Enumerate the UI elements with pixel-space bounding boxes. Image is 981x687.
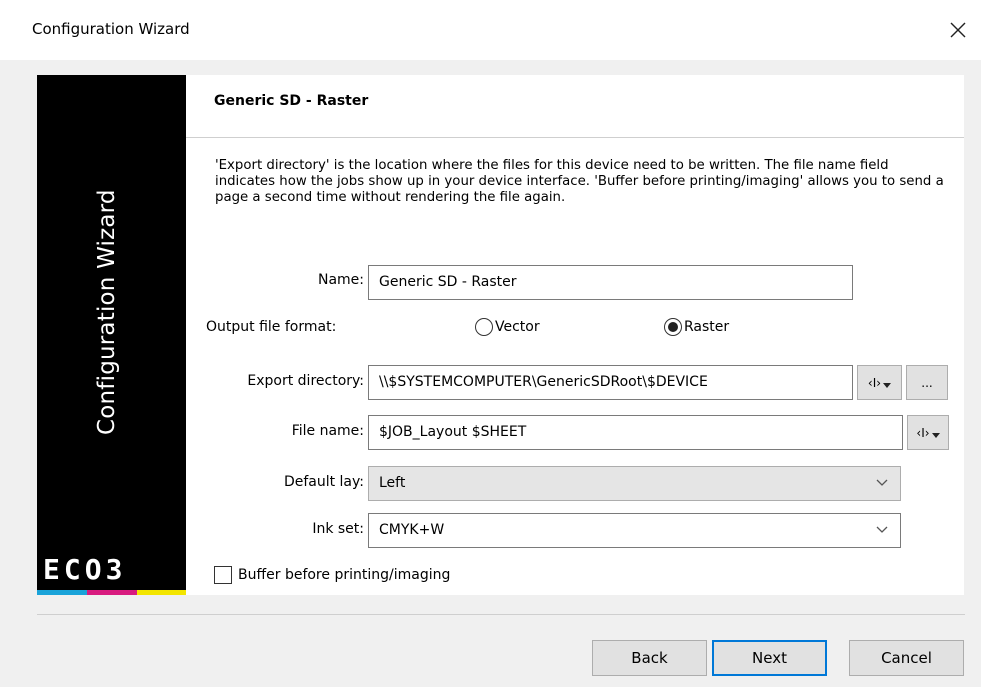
default-lay-select[interactable]: Left <box>368 466 901 501</box>
export-directory-field[interactable]: \\$SYSTEMCOMPUTER\GenericSDRoot\$DEVICE <box>368 365 853 400</box>
title-bar: Configuration Wizard <box>0 0 981 60</box>
export-label: Export directory: <box>247 373 364 389</box>
ink-set-select[interactable]: CMYK+W <box>368 513 901 548</box>
eco3-logo: ECO3 <box>37 553 186 593</box>
chevron-down-icon <box>876 526 888 533</box>
heading-divider <box>186 137 964 138</box>
raster-radio-label: Raster <box>684 319 730 335</box>
chevron-down-icon <box>876 479 888 486</box>
wizard-sidebar: Configuration Wizard ECO3 <box>37 75 186 595</box>
file-name-field[interactable]: $JOB_Layout $SHEET <box>368 415 903 450</box>
radio-checked-icon <box>664 318 682 336</box>
brand-strip-magenta <box>87 590 137 595</box>
next-button[interactable]: Next <box>712 640 827 676</box>
ink-set-label: Ink set: <box>312 521 364 537</box>
buffer-checkbox[interactable]: Buffer before printing/imaging <box>214 566 450 584</box>
format-label: Output file format: <box>206 319 337 335</box>
default-lay-label: Default lay: <box>283 474 364 490</box>
checkbox-unchecked-icon <box>214 566 232 584</box>
variable-icon: ‹I› <box>916 425 930 440</box>
page-heading: Generic SD - Raster <box>214 93 369 109</box>
name-field[interactable]: Generic SD - Raster <box>368 265 853 300</box>
brand-strip-cyan <box>37 590 87 595</box>
vector-radio[interactable]: Vector <box>475 318 540 336</box>
dropdown-arrow-icon <box>883 382 892 388</box>
default-lay-value: Left <box>379 475 406 491</box>
name-label: Name: <box>317 272 364 288</box>
brand-strip-yellow <box>137 590 186 595</box>
filename-label: File name: <box>291 423 364 439</box>
page-description: 'Export directory' is the location where… <box>215 158 944 205</box>
vector-radio-label: Vector <box>495 319 540 335</box>
close-icon <box>950 22 966 38</box>
wizard-content: Generic SD - Raster 'Export directory' i… <box>186 75 964 595</box>
logo-text: ECO3 <box>43 553 127 586</box>
browse-button[interactable]: ... <box>906 365 948 400</box>
footer-divider <box>37 614 965 615</box>
raster-radio[interactable]: Raster <box>664 318 729 336</box>
back-button[interactable]: Back <box>592 640 707 676</box>
export-variable-button[interactable]: ‹I› <box>857 365 902 400</box>
dropdown-arrow-icon <box>931 432 940 438</box>
cancel-button[interactable]: Cancel <box>849 640 964 676</box>
filename-variable-button[interactable]: ‹I› <box>907 415 949 450</box>
window-title: Configuration Wizard <box>32 20 190 38</box>
radio-unchecked-icon <box>475 318 493 336</box>
close-button[interactable] <box>940 12 976 48</box>
variable-icon: ‹I› <box>867 375 882 390</box>
ink-set-value: CMYK+W <box>379 522 445 538</box>
buffer-label: Buffer before printing/imaging <box>238 567 451 583</box>
sidebar-title: Configuration Wizard <box>94 189 120 435</box>
